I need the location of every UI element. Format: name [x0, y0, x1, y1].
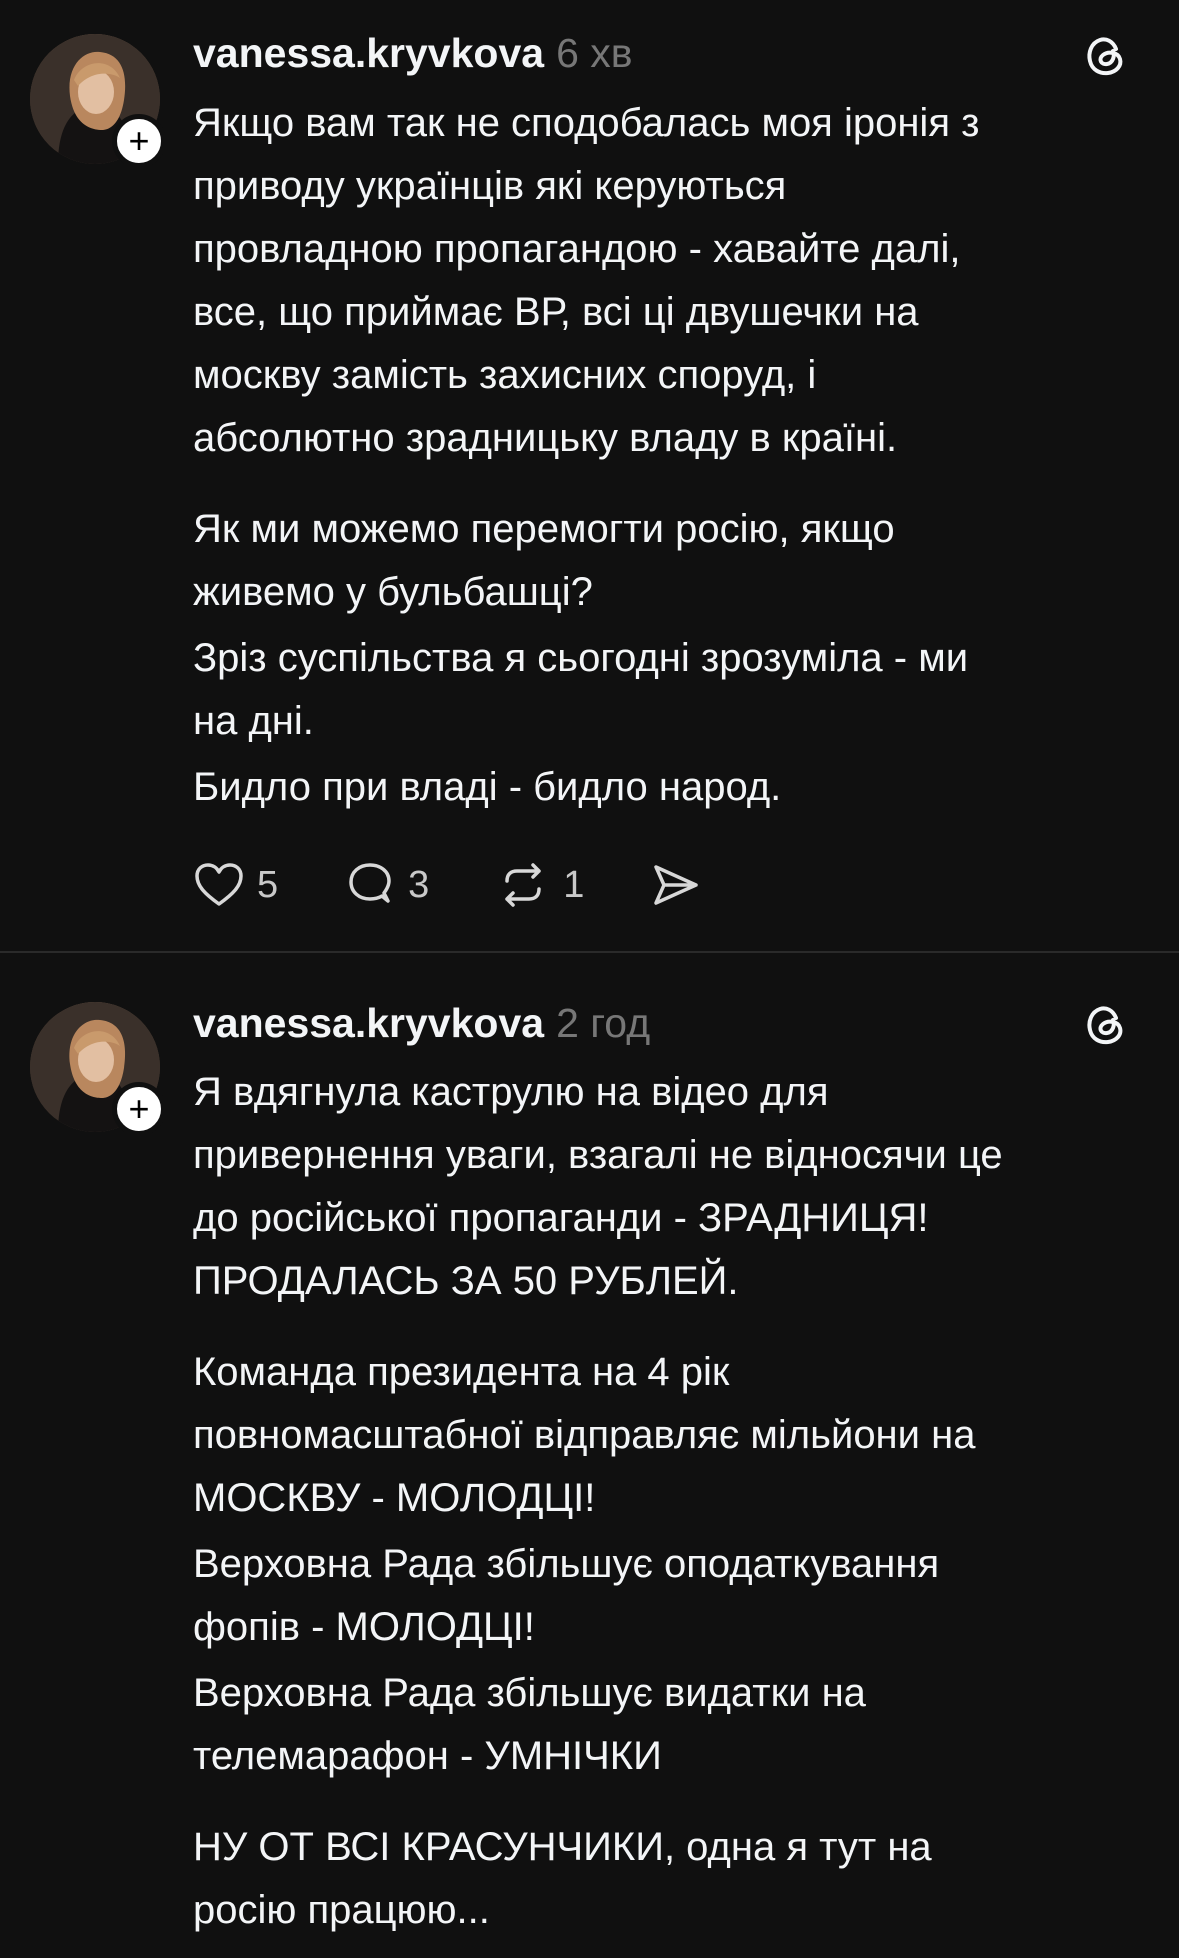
- reply-button[interactable]: 3: [344, 861, 429, 909]
- post-actions: 5 3 1: [193, 860, 768, 910]
- send-icon: [654, 865, 699, 905]
- post-header: vanessa.kryvkova 2 год: [193, 998, 650, 1048]
- post-paragraph: Якщо вам так не сподобалась моя іронія з…: [193, 101, 980, 460]
- like-count: 5: [257, 863, 279, 906]
- thread-post: + vanessa.kryvkova 6 хв Якщо вам так не с…: [0, 0, 1179, 953]
- follow-button[interactable]: +: [112, 114, 166, 168]
- share-button[interactable]: [650, 861, 702, 909]
- repost-button[interactable]: 1: [495, 861, 584, 909]
- repost-arrows-icon: [505, 863, 542, 907]
- post-paragraph: Зріз суспільства я сьогодні зрозуміла - …: [193, 636, 969, 743]
- post-header: vanessa.kryvkova 6 хв: [193, 28, 633, 78]
- post-time: 2 год: [556, 1000, 651, 1046]
- post-divider: [0, 951, 1179, 953]
- post-body: Я вдягнула каструлю на відео для приверн…: [193, 1061, 1153, 1942]
- heart-icon: [195, 863, 243, 906]
- thread-post: + vanessa.kryvkova 2 год Я вдягнула кастр…: [0, 954, 1179, 1958]
- post-paragraph: Як ми можемо перемогти росію, якщо живем…: [193, 507, 895, 614]
- post-body: Якщо вам так не сподобалась моя іронія з…: [193, 92, 1153, 819]
- threads-logo-icon[interactable]: [1082, 31, 1130, 79]
- reply-count: 3: [408, 863, 430, 906]
- post-paragraph: Верховна Рада збільшує оподаткування фоп…: [193, 1542, 940, 1649]
- repost-count: 1: [563, 863, 585, 906]
- post-paragraph: НУ ОТ ВСІ КРАСУНЧИКИ, одна я тут на росі…: [193, 1825, 932, 1932]
- post-paragraph: Верховна Рада збільшує видатки на телема…: [193, 1671, 866, 1778]
- post-paragraph: Я вдягнула каструлю на відео для приверн…: [193, 1070, 1003, 1303]
- follow-button[interactable]: +: [112, 1082, 166, 1136]
- plus-icon: +: [128, 120, 150, 161]
- username[interactable]: vanessa.kryvkova: [193, 30, 544, 76]
- comment-bubble-icon: [349, 863, 391, 903]
- username[interactable]: vanessa.kryvkova: [193, 1000, 544, 1046]
- post-paragraph: Команда президента на 4 рік повномасштаб…: [193, 1350, 976, 1520]
- post-time: 6 хв: [556, 30, 633, 76]
- threads-logo-icon[interactable]: [1082, 1000, 1130, 1048]
- plus-icon: +: [128, 1088, 150, 1129]
- like-button[interactable]: 5: [193, 861, 278, 909]
- post-paragraph: Бидло при владі - бидло народ.: [193, 765, 782, 809]
